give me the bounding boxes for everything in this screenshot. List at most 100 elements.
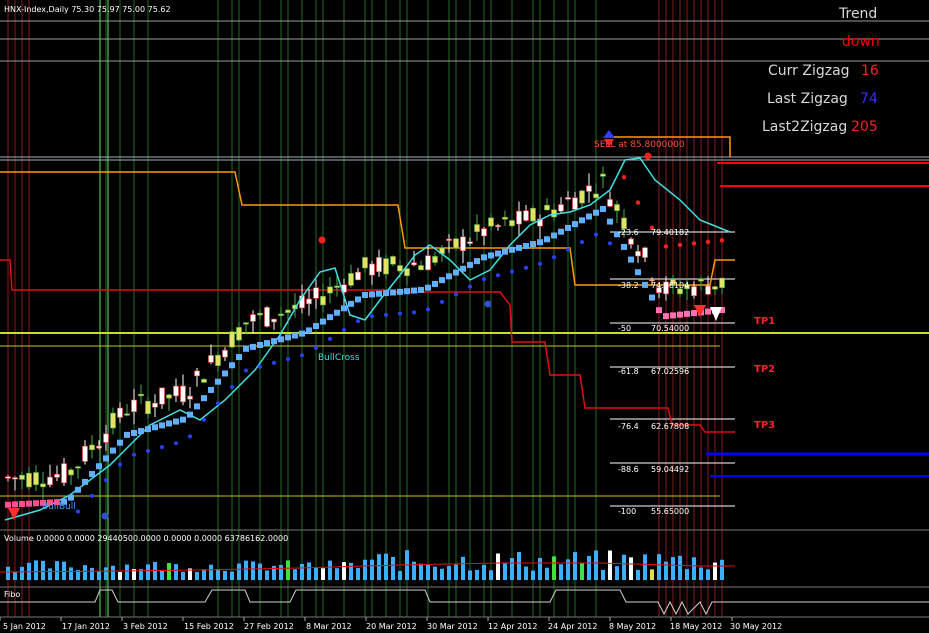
x-axis-label: 20 Mar 2012 <box>366 622 417 631</box>
last2-zigzag-value: 205 <box>851 119 878 135</box>
sar-dot <box>230 384 234 389</box>
candle-body <box>642 247 648 258</box>
candle-body <box>467 241 473 244</box>
band-block <box>285 334 291 341</box>
sar-dot <box>258 364 262 369</box>
band-block <box>229 362 235 369</box>
bull-bull-label: BullBull <box>42 502 76 512</box>
fibo-level-pct: -88.6 <box>618 465 639 474</box>
volume-bar <box>615 566 619 580</box>
x-axis-ticks <box>0 617 733 621</box>
band-block <box>523 242 529 249</box>
band-block <box>621 243 627 250</box>
band-block <box>600 205 606 212</box>
candle-body <box>369 263 375 276</box>
last-zigzag-label: Last Zigzag <box>767 91 848 107</box>
volume-bar <box>6 566 10 580</box>
candle-body <box>194 370 200 377</box>
candle-body <box>488 217 494 227</box>
band-block <box>691 310 697 317</box>
band-block <box>145 426 151 433</box>
candle-body <box>12 477 18 480</box>
candle-body <box>166 394 172 399</box>
candle-body <box>103 433 109 443</box>
fibo-level-price: 67.02596 <box>651 367 690 376</box>
sar-dot <box>146 448 150 453</box>
band-block <box>404 288 410 295</box>
volume-bar <box>587 556 591 580</box>
volume-bar <box>300 563 304 580</box>
band-block <box>117 439 123 446</box>
volume-bar <box>223 570 227 580</box>
candle-body <box>26 472 32 488</box>
band-block <box>33 500 39 507</box>
x-axis-label: 5 Jan 2012 <box>3 622 46 631</box>
volume-bar <box>419 563 423 580</box>
candle-body <box>61 463 67 484</box>
candle-body <box>187 395 193 400</box>
band-block <box>257 341 263 348</box>
band-block <box>530 241 536 248</box>
fibo-level-price: 59.04492 <box>651 465 690 474</box>
band-block <box>593 209 599 216</box>
band-block <box>75 486 81 493</box>
candle-body <box>110 412 116 429</box>
target-tp1: TP1 <box>754 316 776 327</box>
candle-body <box>222 349 228 358</box>
volume-bar <box>657 554 661 580</box>
volume-bar <box>125 564 129 580</box>
candle-body <box>19 474 25 480</box>
volume-bar <box>699 567 703 580</box>
volume-bar <box>286 560 290 580</box>
band-block <box>649 294 655 301</box>
candle-body <box>579 190 585 204</box>
candle-body <box>551 209 557 218</box>
candle-body <box>719 277 725 288</box>
volume-bar <box>608 550 612 580</box>
volume-bar <box>496 553 500 580</box>
sar-dot <box>300 353 304 358</box>
volume-bar <box>167 563 171 580</box>
band-block <box>670 312 676 319</box>
volume-bar <box>209 564 213 580</box>
candle-body <box>355 271 361 281</box>
volume-bar <box>216 568 220 580</box>
volume-bar <box>468 570 472 580</box>
fibo-level-price: 74.68104 <box>651 281 690 290</box>
candle-body <box>89 444 95 451</box>
fibo-level-pct: -23.6 <box>618 228 639 237</box>
band-block <box>243 345 249 352</box>
fibo-level-pct: -61.8 <box>618 367 639 376</box>
band-block <box>635 269 641 276</box>
band-block <box>474 258 480 265</box>
band-block <box>607 218 613 225</box>
fibo-level-pct: -50 <box>618 324 632 333</box>
volume-bar <box>90 567 94 580</box>
sar-dot <box>90 493 94 498</box>
volume-bar <box>104 567 108 580</box>
x-axis-label: 24 Apr 2012 <box>548 622 598 631</box>
last2-zigzag-label: Last2Zigzag <box>762 119 848 135</box>
volume-bar <box>664 561 668 580</box>
target-tp2: TP2 <box>754 364 776 375</box>
volume-bar <box>720 559 724 580</box>
band-block <box>397 288 403 295</box>
band-block <box>383 290 389 297</box>
candle-body <box>54 473 60 478</box>
volume-bar <box>69 567 73 580</box>
candle-body <box>334 285 340 288</box>
volume-bar <box>174 564 178 580</box>
candle-body <box>82 445 88 462</box>
candle-body <box>432 256 438 263</box>
volume-panel-title: Volume 0.0000 0.0000 29440500.0000 0.000… <box>4 534 289 543</box>
volume-bar <box>321 568 325 580</box>
volume-bar <box>34 560 38 580</box>
sar-dot <box>286 357 290 362</box>
candle-body <box>229 331 235 348</box>
band-block <box>327 314 333 321</box>
x-axis-label: 12 Apr 2012 <box>488 622 538 631</box>
x-axis-label: 18 May 2012 <box>670 622 723 631</box>
band-block <box>516 244 522 251</box>
band-block <box>488 252 494 259</box>
sar-dot <box>538 261 542 266</box>
